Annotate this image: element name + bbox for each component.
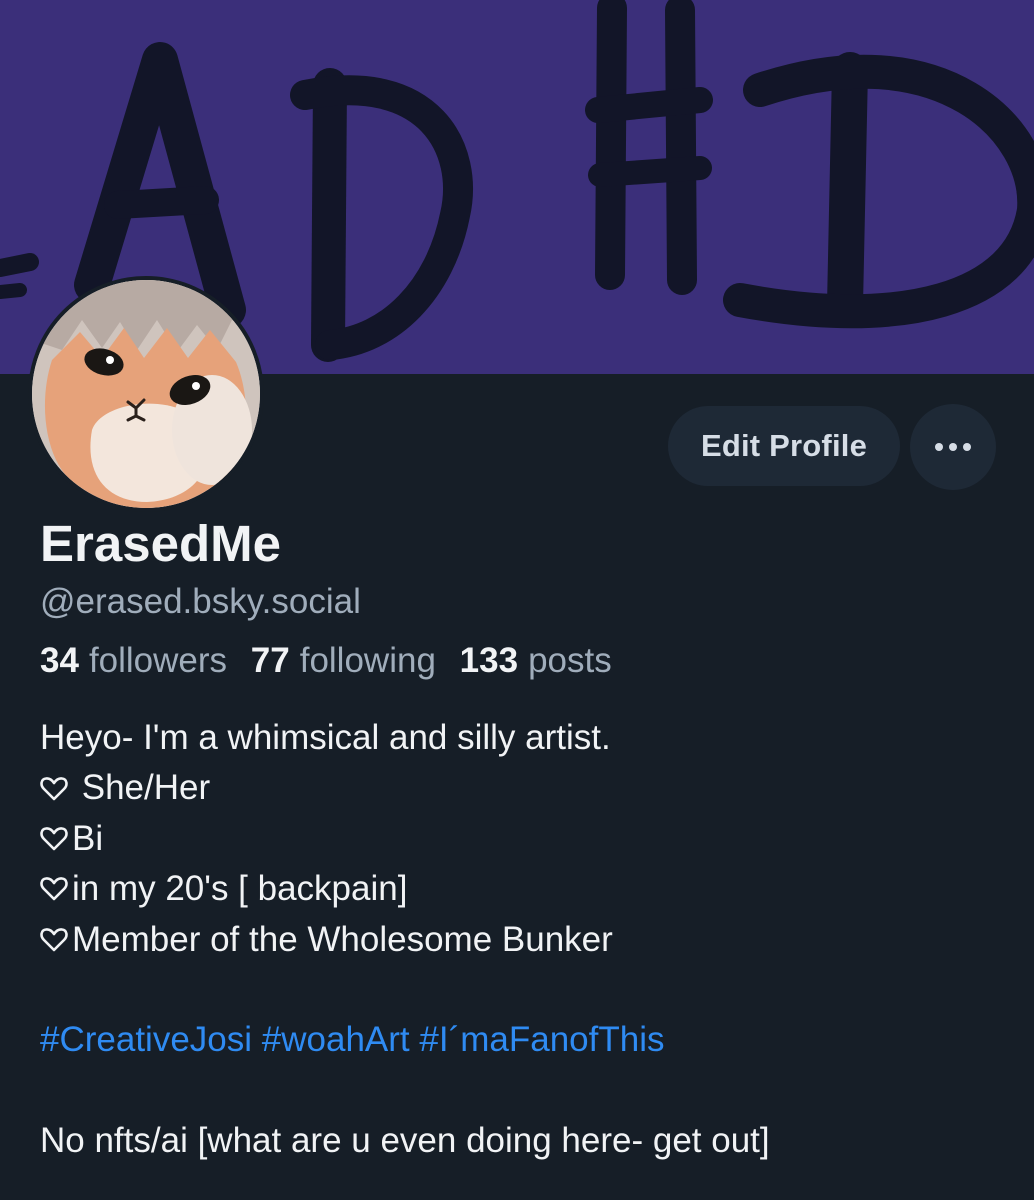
profile-stats: 34 followers 77 following 133 posts (40, 641, 626, 681)
profile-avatar[interactable] (28, 276, 264, 512)
bio-text: Heyo- I'm a whimsical and silly artist. (40, 718, 611, 757)
bio-line: Bi (40, 814, 770, 864)
bio-line: in my 20's [ backpain] (40, 864, 770, 914)
edit-profile-button[interactable]: Edit Profile (668, 406, 900, 486)
bio-line: Heyo- I'm a whimsical and silly artist. (40, 713, 770, 763)
followers-label: followers (88, 641, 228, 680)
ellipsis-icon (935, 443, 971, 451)
hashtag-link[interactable]: #I´maFanofThis (419, 1015, 664, 1065)
heart-outline-icon (40, 776, 68, 802)
hashtag-link[interactable]: #woahArt (262, 1015, 410, 1065)
profile-handle: @erased.bsky.social (40, 582, 361, 621)
following-count: 77 (250, 641, 290, 680)
more-options-button[interactable] (910, 404, 996, 490)
display-name: ErasedMe (40, 515, 281, 572)
heart-outline-icon (40, 826, 68, 852)
profile-bio: Heyo- I'm a whimsical and silly artist. … (40, 713, 770, 1167)
bio-line: She/Her (40, 763, 770, 813)
profile-page: Edit Profile ErasedMe @erased.bsky.socia… (0, 0, 1034, 1200)
followers-stat[interactable]: 34 followers (40, 641, 227, 680)
bio-text: She/Her (72, 768, 211, 808)
bio-text: Member of the Wholesome Bunker (72, 919, 613, 959)
bio-text: No nfts/ai [what are u even doing here- … (40, 1121, 770, 1161)
posts-stat: 133 posts (460, 641, 612, 680)
cat-avatar (32, 280, 260, 508)
bio-spacer (40, 965, 770, 1015)
hashtag-link[interactable]: #CreativeJosi (40, 1015, 252, 1065)
bio-spacer (40, 1066, 770, 1116)
following-label: following (299, 641, 436, 680)
bio-line: Member of the Wholesome Bunker (40, 915, 770, 965)
heart-outline-icon (40, 876, 68, 902)
bio-text: Bi (72, 818, 104, 858)
followers-count: 34 (40, 641, 79, 680)
following-stat[interactable]: 77 following (251, 641, 436, 680)
posts-label: posts (528, 641, 612, 680)
bio-line: No nfts/ai [what are u even doing here- … (40, 1116, 770, 1166)
posts-count: 133 (459, 641, 519, 680)
bio-hashtags: #CreativeJosi #woahArt #I´maFanofThis (40, 1015, 770, 1065)
bio-text: in my 20's [ backpain] (72, 869, 408, 909)
heart-outline-icon (40, 927, 68, 953)
